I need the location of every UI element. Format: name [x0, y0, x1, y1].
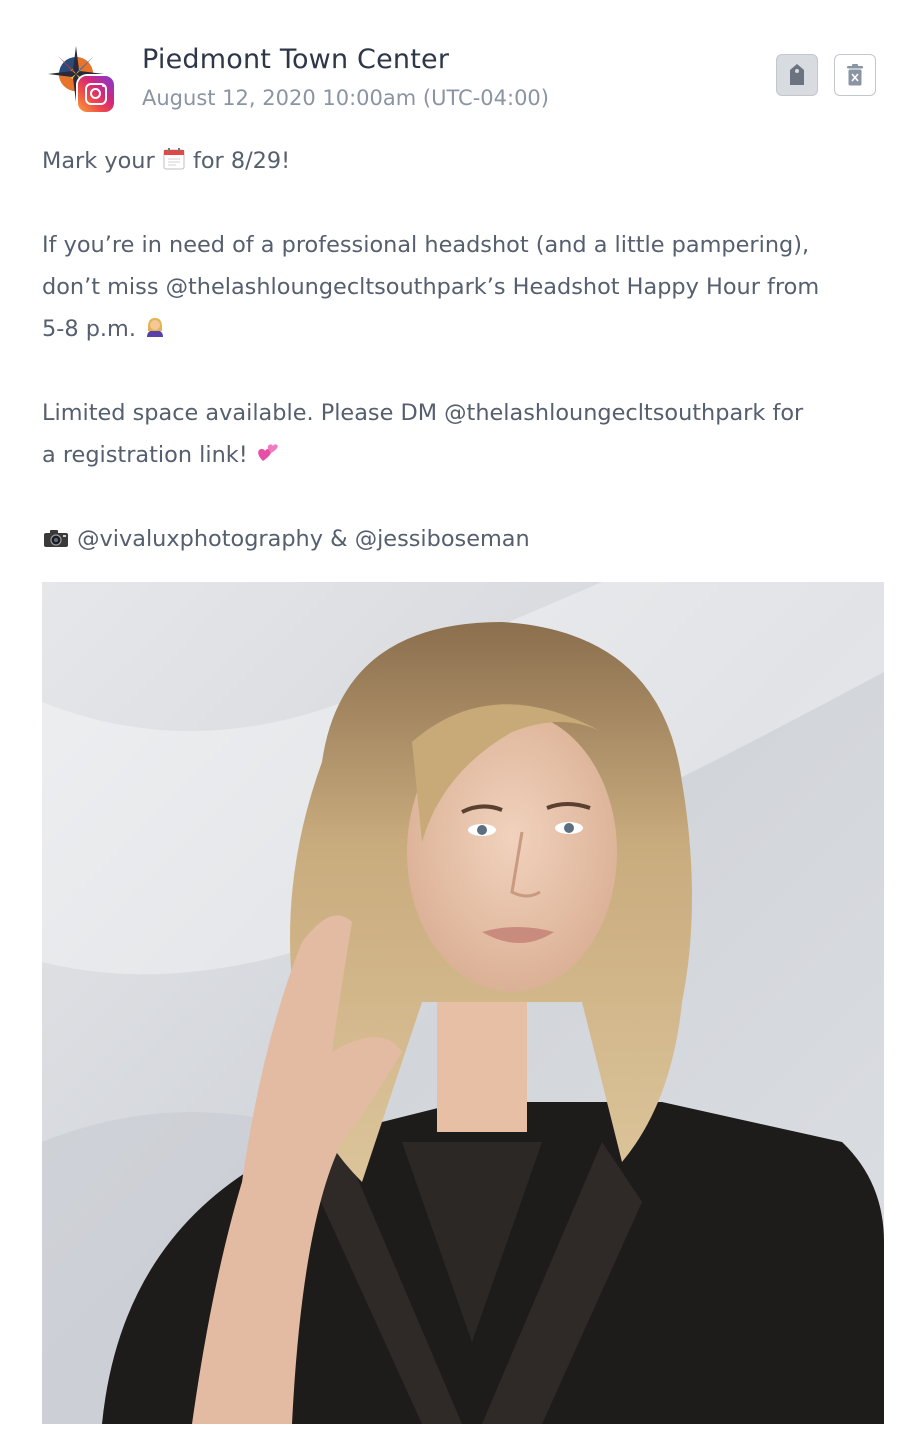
camera-icon: [44, 530, 68, 547]
caption-line: don’t miss @thelashloungecltsouthpark’s …: [42, 274, 820, 300]
instagram-icon: [78, 76, 114, 112]
delete-button[interactable]: [834, 54, 876, 96]
caption-text: 5-8 p.m.: [42, 316, 136, 342]
tag-icon: [790, 64, 804, 85]
post-date: August 12, 2020 10:00am (UTC-04:00): [142, 86, 549, 110]
caption-line: a registration link!: [42, 434, 887, 476]
trash-icon: [847, 64, 863, 86]
caption-line: @vivaluxphotography & @jessiboseman: [42, 518, 887, 560]
caption-text: for 8/29!: [192, 148, 291, 174]
caption-text: Mark your: [42, 148, 155, 174]
account-avatar[interactable]: [46, 44, 116, 114]
post-card: Piedmont Town Center August 12, 2020 10:…: [0, 0, 904, 1432]
caption-line: 5-8 p.m.: [42, 308, 887, 350]
caption-line: Mark your for 8/29!: [42, 140, 887, 182]
caption-text: a registration link!: [42, 442, 248, 468]
caption-text: @vivaluxphotography & @jessiboseman: [77, 526, 530, 552]
caption-line: Limited space available. Please DM @thel…: [42, 400, 804, 426]
portrait-image: [42, 582, 884, 1424]
post-caption: Mark your for 8/29! If you’re in need of…: [42, 140, 887, 560]
caption-line: If you’re in need of a professional head…: [42, 232, 810, 258]
woman-icon: [147, 318, 164, 337]
revolving-hearts-icon: [258, 444, 278, 461]
account-name[interactable]: Piedmont Town Center: [142, 44, 449, 75]
calendar-icon: [163, 148, 185, 170]
post-photo[interactable]: [42, 582, 884, 1424]
tag-button[interactable]: [776, 54, 818, 96]
